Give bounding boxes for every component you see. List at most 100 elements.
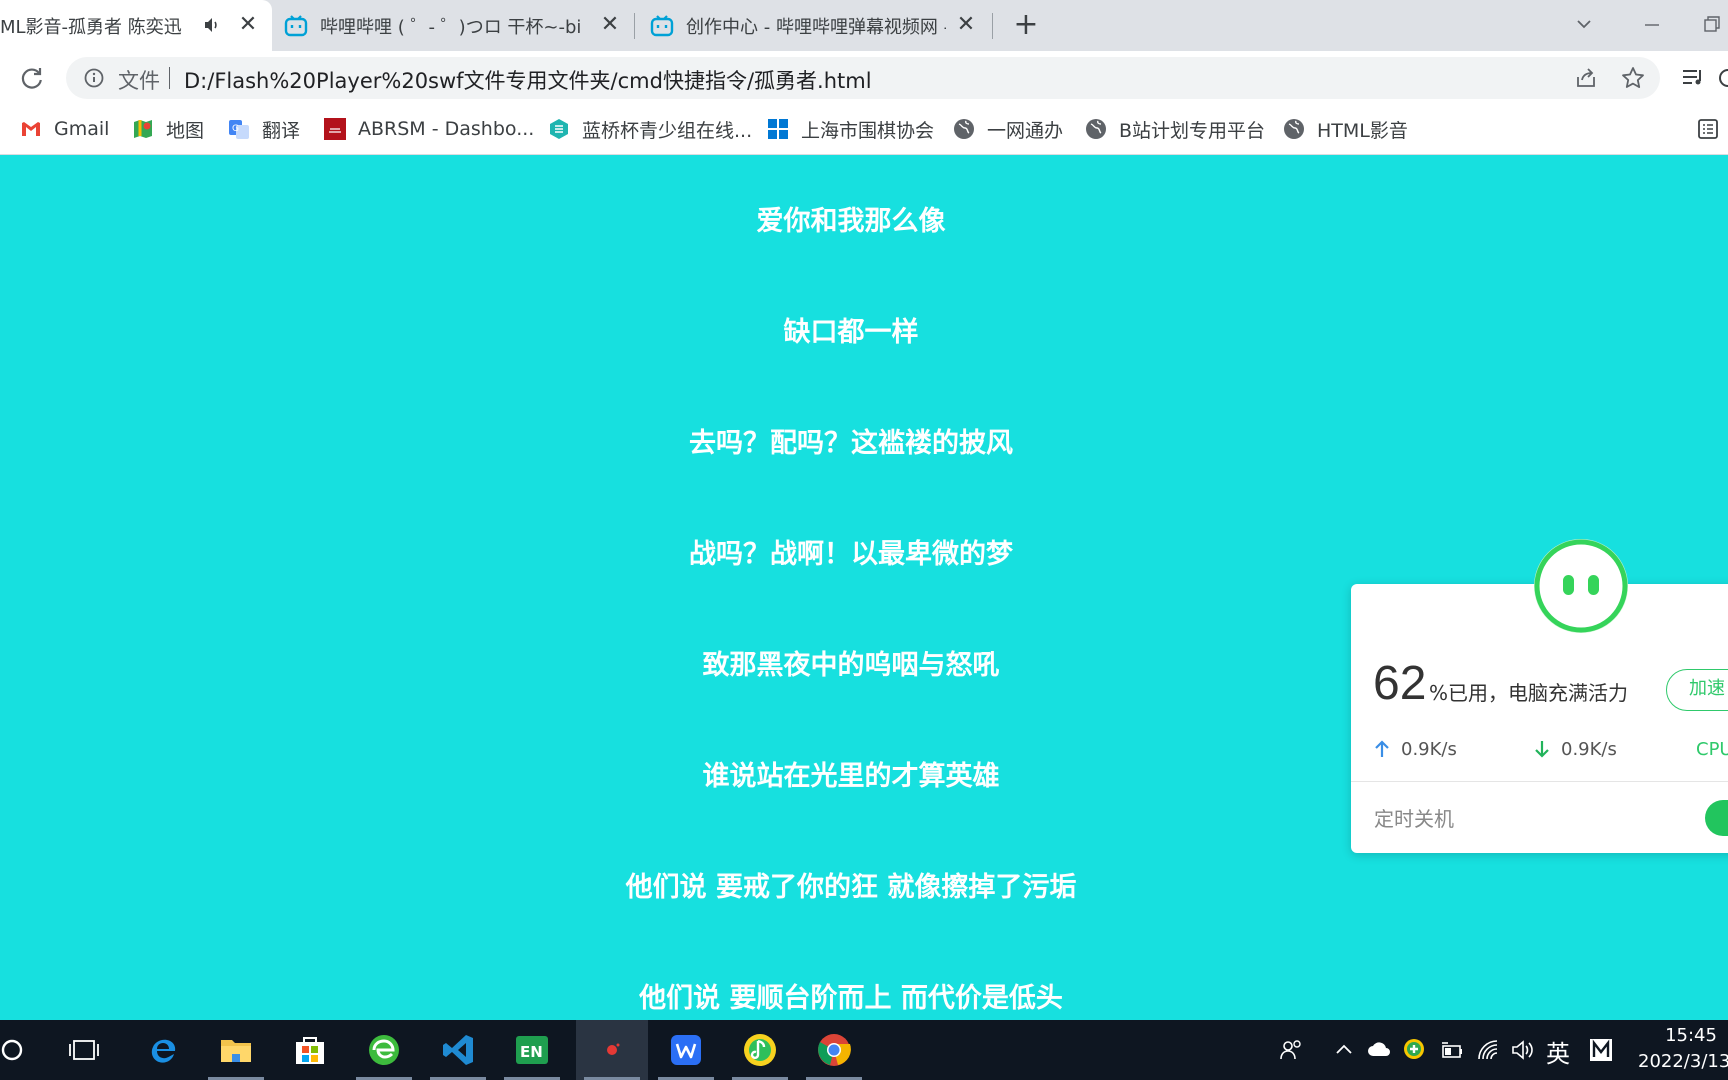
close-icon[interactable]: ✕ [236,13,260,37]
lyric-line: 去吗？配吗？这褴褛的披风 [689,428,1013,459]
bookmark-lanqiao[interactable]: 蓝桥杯青少组在线... [548,114,752,144]
bookmark-label: Gmail [54,118,110,140]
lyric-line: 他们说 要顺台阶而上 而代价是低头 [639,983,1063,1014]
address-bar[interactable]: 文件 D:/Flash%20Player%20swf文件专用文件夹/cmd快捷指… [66,57,1660,99]
windows-taskbar: EN 英 15:45 2022/3/13 [0,1020,1728,1080]
memory-usage-text: %已用，电脑充满活力 [1429,681,1629,705]
lyric-line: 他们说 要戒了你的狂 就像擦掉了污垢 [625,872,1077,903]
media-queue-icon[interactable] [1680,65,1706,91]
tab-bilibili[interactable]: 哔哩哔哩 ( ゜- ゜)つロ 干杯~-bilil ✕ [284,0,634,51]
task-view-icon[interactable] [68,1038,100,1062]
bookmark-weiqi[interactable]: 上海市围棋协会 [767,114,934,144]
minimize-icon[interactable] [1636,10,1668,40]
tab-title: 创作中心 - 哔哩哔哩弹幕视频网 - [686,16,946,38]
close-icon[interactable]: ✕ [598,13,622,37]
tab-creator-center[interactable]: 创作中心 - 哔哩哔哩弹幕视频网 - ✕ [650,0,990,51]
lyric-line: 爱你和我那么像 [756,206,946,237]
cloud-icon[interactable] [1366,1039,1392,1059]
bookmark-label: B站计划专用平台 [1119,119,1266,142]
folder-icon [221,1040,251,1062]
maps-icon [134,120,152,138]
new-tab-button[interactable]: + [1010,10,1042,42]
omnibox-divider [169,67,170,89]
browser-toolbar: 文件 D:/Flash%20Player%20swf文件专用文件夹/cmd快捷指… [0,51,1728,105]
bilibili-icon [650,14,674,36]
bookmark-star-icon[interactable] [1620,65,1646,91]
volume-icon[interactable] [1510,1038,1536,1062]
upload-speed: 0.9K/s [1401,739,1457,760]
scheduled-shutdown-toggle[interactable] [1705,800,1728,836]
tab-strip: ML影音-孤勇者 陈奕迅 ✕ 哔哩哔哩 ( ゜- ゜)つロ 干杯~-bilil … [0,0,1728,51]
info-icon[interactable] [84,68,104,88]
bookmark-html-yingyin[interactable]: HTML影音 [1283,114,1408,144]
globe-icon [954,119,974,139]
cpu-label: CPU [1696,739,1728,760]
windows-icon [768,119,788,139]
bookmark-label: ABRSM - Dashbo... [358,118,535,140]
security-plus-icon[interactable] [1403,1038,1425,1060]
taskbar-en-app[interactable]: EN [496,1020,568,1080]
url-text[interactable]: D:/Flash%20Player%20swf文件专用文件夹/cmd快捷指令/孤… [184,65,872,95]
en-dictionary-icon: EN [516,1036,548,1064]
profile-icon[interactable] [1716,65,1728,91]
taskbar-vscode[interactable] [422,1020,494,1080]
globe-icon [1086,119,1106,139]
mascot-ball-icon[interactable] [1531,536,1631,636]
share-icon[interactable] [1574,66,1598,90]
record-icon [607,1043,620,1055]
taskbar-store[interactable] [274,1020,346,1080]
restore-icon[interactable] [1696,10,1728,40]
svg-text:EN: EN [520,1043,543,1061]
bookmark-label: 蓝桥杯青少组在线... [582,119,753,142]
taskbar-360-browser[interactable] [348,1020,420,1080]
tab-search-icon[interactable] [1568,10,1600,40]
vscode-icon [443,1035,473,1065]
scheduled-shutdown-label: 定时关机 [1374,807,1454,831]
ime-indicator[interactable]: 英 [1546,1034,1570,1069]
taskbar-wps[interactable] [650,1020,722,1080]
accelerate-button[interactable]: 加速 [1666,669,1728,711]
clock-date[interactable]: 2022/3/13 [1638,1051,1728,1072]
taskbar-recorder[interactable] [576,1020,648,1080]
tab-title: 哔哩哔哩 ( ゜- ゜)つロ 干杯~-bilil [320,16,582,38]
lanqiao-icon [550,119,568,139]
bookmark-maps[interactable]: 地图 [132,114,204,144]
search-circle-icon[interactable] [0,1038,24,1062]
edge-icon [151,1039,176,1063]
tab-title: ML影音-孤勇者 陈奕迅 [0,16,182,38]
bookmark-label: 上海市围棋协会 [801,119,935,142]
reading-list-icon[interactable] [1696,117,1720,141]
bookmarks-bar: Gmail 地图 G 翻译 ABRSM - Dashbo... 蓝桥杯青少组在线… [0,105,1728,155]
upload-arrow-icon [1375,740,1389,757]
bookmark-abrsm[interactable]: ABRSM - Dashbo... [324,114,534,144]
bookmark-bzhan[interactable]: B站计划专用平台 [1085,114,1265,144]
memory-usage-value: 62 [1373,657,1427,710]
battery-icon[interactable] [1440,1039,1464,1061]
reload-icon[interactable] [18,64,46,92]
close-icon[interactable]: ✕ [954,13,978,37]
lyric-line: 缺口都一样 [783,317,919,348]
download-arrow-icon [1535,741,1549,758]
bookmark-gmail[interactable]: Gmail [20,114,109,144]
taskbar-chrome[interactable] [798,1020,870,1080]
bookmark-translate[interactable]: G 翻译 [228,114,300,144]
site-scheme-label: 文件 [118,69,160,93]
taskbar-qq-music[interactable] [724,1020,796,1080]
taskbar-edge[interactable] [126,1020,198,1080]
input-mode-icon[interactable] [1588,1037,1614,1063]
browser-360-icon [369,1035,399,1065]
people-icon[interactable] [1278,1038,1304,1062]
taskbar-file-explorer[interactable] [200,1020,272,1080]
tab-active[interactable]: ML影音-孤勇者 陈奕迅 ✕ [0,0,272,51]
store-icon [296,1037,324,1064]
tab-divider [992,13,993,39]
lyric-line: 战吗？战啊！以最卑微的梦 [689,539,1013,570]
bookmark-yiwangtongban[interactable]: 一网通办 [953,114,1063,144]
svg-text:G: G [232,124,239,134]
clock-time[interactable]: 15:45 [1646,1025,1728,1046]
chevron-up-icon[interactable] [1334,1040,1354,1060]
speaker-icon[interactable] [200,13,224,37]
wps-icon [671,1035,701,1065]
wifi-icon[interactable] [1476,1038,1500,1062]
music-icon [744,1034,776,1066]
